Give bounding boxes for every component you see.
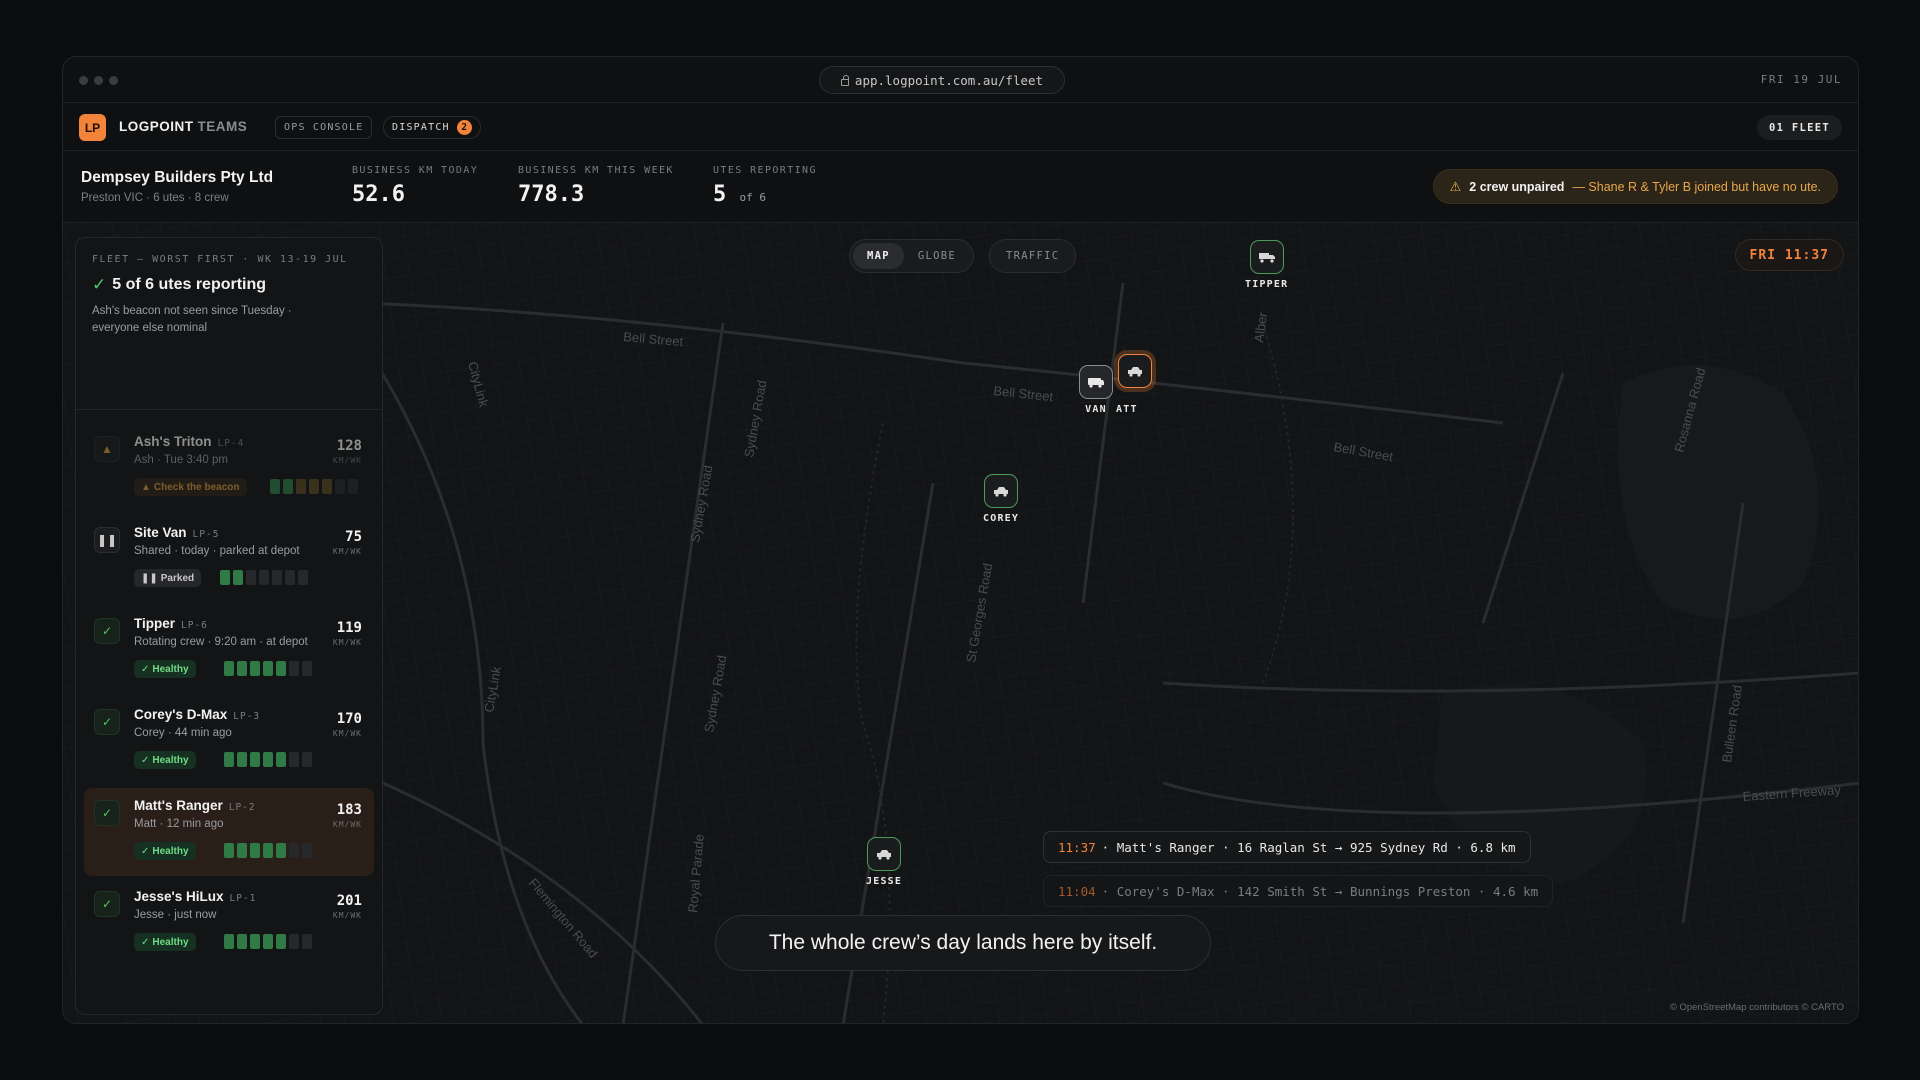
status-badge: ❚❚ Parked <box>134 569 202 587</box>
logo[interactable]: LP <box>79 114 106 141</box>
caption-banner: The whole crew’s day lands here by itsel… <box>715 915 1211 971</box>
map-clock: FRI 11:37 <box>1734 239 1844 271</box>
company-name: Dempsey Builders Pty Ltd <box>81 169 274 186</box>
dispatch-count-badge: 2 <box>456 120 472 135</box>
vehicle-marker-tipper[interactable]: TIPPER <box>1245 240 1288 290</box>
panel-header: FLEET — WORST FIRST · WK 13-19 JUL ✓ 5 of… <box>76 238 382 410</box>
pause-icon: ❚❚ <box>94 527 120 553</box>
check-icon: ✓ <box>141 663 150 675</box>
map-credit[interactable]: © OpenStreetMap contributors © CARTO <box>1670 1002 1844 1013</box>
unpaired-alert[interactable]: ⚠ 2 crew unpaired — Shane R & Tyler B jo… <box>1432 169 1838 204</box>
vehicle-list: ▲ Ash's Triton LP-4 Ash · Tue 3:40 pm ▲ Ch… <box>84 424 374 970</box>
trip-card[interactable]: 11:04 · Corey's D-Max · 142 Smith St → Bu… <box>1043 875 1554 907</box>
dispatch-button[interactable]: DISPATCH 2 <box>383 116 481 139</box>
stat-utes-reporting: UTES REPORTING 5 of 6 <box>713 165 817 207</box>
activity-bars <box>224 934 312 949</box>
app-header: LP LOGPOINT TEAMS OPS CONSOLE DISPATCH 2 … <box>63 103 1858 151</box>
trip-card[interactable]: 11:37 · Matt's Ranger · 16 Raglan St → 92… <box>1043 831 1531 863</box>
panel-overline: FLEET — WORST FIRST · WK 13-19 JUL <box>92 254 348 265</box>
warning-icon: ▲ <box>141 481 151 493</box>
list-item[interactable]: ▲ Ash's Triton LP-4 Ash · Tue 3:40 pm ▲ Ch… <box>84 424 374 512</box>
status-badge: ✓ Healthy <box>134 660 196 678</box>
panel-headline: ✓ 5 of 6 utes reporting <box>92 275 267 294</box>
activity-bars <box>224 661 312 676</box>
map-view-toggle[interactable]: MAP GLOBE <box>849 239 974 273</box>
warning-icon: ⚠ <box>1449 178 1462 194</box>
vehicle-marker-corey[interactable]: COREY <box>983 474 1019 524</box>
status-badge: ✓ Healthy <box>134 751 196 769</box>
vehicle-marker-jesse[interactable]: JESSE <box>866 837 902 887</box>
company-sub: Preston VIC · 6 utes · 8 crew <box>81 192 229 204</box>
stat-km-week: BUSINESS KM THIS WEEK 778.3 <box>518 165 674 207</box>
stats-row: Dempsey Builders Pty Ltd Preston VIC · 6… <box>63 151 1858 223</box>
check-icon: ✓ <box>141 754 150 766</box>
status-badge: ✓ Healthy <box>134 842 196 860</box>
list-item[interactable]: ✓ Tipper LP-6 Rotating crew · 9:20 am · a… <box>84 606 374 694</box>
ute-icon <box>1118 354 1152 388</box>
tab-map[interactable]: MAP <box>853 243 904 269</box>
browser-bar: app.logpoint.com.au/fleet FRI 19 JUL <box>63 57 1858 103</box>
ute-icon <box>867 837 902 871</box>
activity-bars <box>224 843 312 858</box>
check-icon: ✓ <box>94 800 120 826</box>
warning-icon: ▲ <box>94 436 120 462</box>
check-icon: ✓ <box>94 709 120 735</box>
list-item[interactable]: ✓ Jesse's HiLux LP-1 Jesse · just now ✓ He… <box>84 879 374 967</box>
fleet-panel: FLEET — WORST FIRST · WK 13-19 JUL ✓ 5 of… <box>75 237 383 1015</box>
window-controls[interactable] <box>79 76 118 85</box>
url-text: app.logpoint.com.au/fleet <box>854 72 1044 88</box>
list-item[interactable]: ✓ Matt's Ranger LP-2 Matt · 12 min ago ✓ H… <box>84 788 374 876</box>
vehicle-label-matt: ATT <box>1116 404 1138 415</box>
app-window: app.logpoint.com.au/fleet FRI 19 JUL LP … <box>62 56 1859 1024</box>
fleet-button[interactable]: 01 FLEET <box>1757 115 1842 140</box>
vehicle-marker-van[interactable]: VAN <box>1079 365 1113 415</box>
pause-icon: ❚❚ <box>141 572 158 584</box>
check-icon: ✓ <box>141 936 150 948</box>
activity-bars <box>224 752 312 767</box>
check-icon: ✓ <box>94 891 120 917</box>
tab-globe[interactable]: GLOBE <box>904 243 970 269</box>
browser-date: FRI 19 JUL <box>1760 73 1842 86</box>
van-icon <box>1079 365 1113 399</box>
brand-name: LOGPOINT TEAMS <box>119 119 248 134</box>
lock-icon <box>840 74 849 86</box>
ops-console-chip[interactable]: OPS CONSOLE <box>275 116 373 139</box>
check-icon: ✓ <box>94 618 120 644</box>
list-item[interactable]: ❚❚ Site Van LP-5 Shared · today · parked … <box>84 515 374 603</box>
list-item[interactable]: ✓ Corey's D-Max LP-3 Corey · 44 min ago ✓… <box>84 697 374 785</box>
company-info: Dempsey Builders Pty Ltd Preston VIC · 6… <box>81 169 273 204</box>
activity-bars <box>220 570 308 585</box>
panel-description: Ash's beacon not seen since Tuesday · ev… <box>92 305 292 334</box>
traffic-toggle[interactable]: TRAFFIC <box>989 239 1077 273</box>
stat-km-today: BUSINESS KM TODAY 52.6 <box>352 165 479 207</box>
check-icon: ✓ <box>92 275 107 294</box>
truck-icon <box>1249 240 1284 274</box>
status-badge: ✓ Healthy <box>134 933 196 951</box>
ute-icon <box>984 474 1019 508</box>
status-badge: ▲ Check the beacon <box>134 478 247 496</box>
activity-bars <box>270 479 358 494</box>
address-bar[interactable]: app.logpoint.com.au/fleet <box>819 66 1065 94</box>
check-icon: ✓ <box>141 845 150 857</box>
